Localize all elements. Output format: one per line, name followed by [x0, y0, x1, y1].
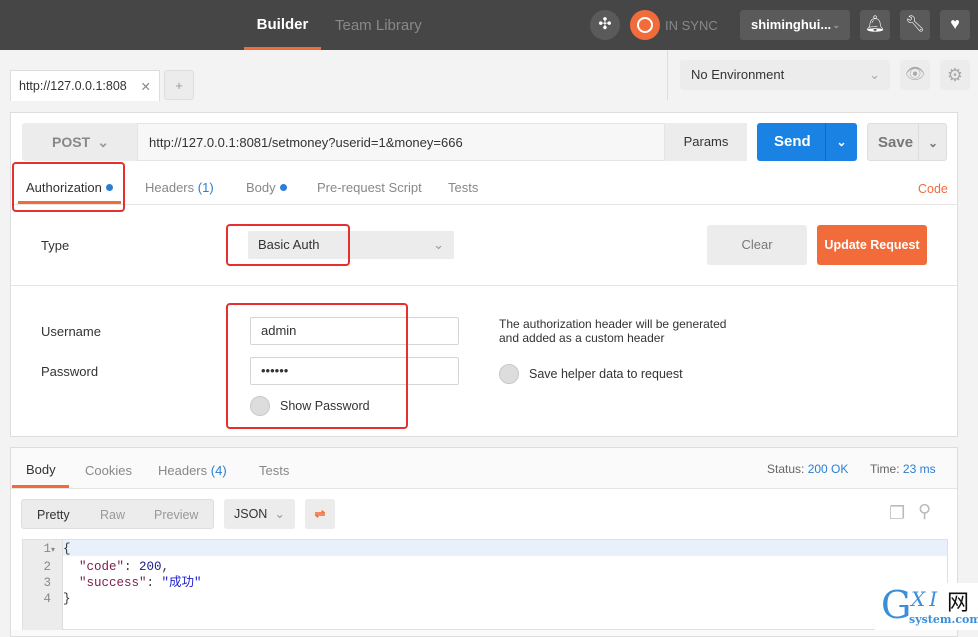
chevron-down-icon: ⌄: [274, 507, 285, 521]
search-icon[interactable]: ⚲: [918, 501, 931, 522]
wrap-lines-icon[interactable]: ⇌: [305, 499, 335, 529]
request-tab-label: http://127.0.0.1:808: [19, 79, 127, 93]
url-input[interactable]: http://127.0.0.1:8081/setmoney?userid=1&…: [137, 123, 665, 161]
annotation-box: [226, 303, 408, 429]
code-line: 3 "success": "成功": [23, 575, 949, 591]
chevron-down-icon: ⌄: [869, 67, 880, 82]
chevron-down-icon: ⌄: [832, 20, 840, 30]
tab-builder[interactable]: Builder: [244, 0, 321, 50]
status-label: Status:: [767, 462, 805, 476]
json-key: "code": [79, 560, 125, 574]
view-pretty[interactable]: Pretty: [37, 508, 70, 522]
divider: [10, 204, 958, 205]
gear-icon[interactable]: ⚙: [940, 60, 970, 90]
save-helper-checkbox[interactable]: [499, 364, 519, 384]
chevron-down-icon: ⌄: [97, 134, 109, 150]
time-value: 23 ms: [902, 462, 936, 476]
tab-label: Headers: [145, 180, 195, 195]
divider: [10, 285, 958, 286]
copy-icon[interactable]: ❐: [889, 503, 905, 524]
format-value: JSON: [234, 507, 268, 521]
format-select[interactable]: JSON ⌄: [224, 499, 295, 529]
type-label: Type: [41, 238, 70, 253]
time-label: Time:: [870, 462, 900, 476]
username: shiminghui...: [751, 17, 832, 32]
heart-icon[interactable]: ♥: [940, 10, 970, 40]
eye-icon[interactable]: 👁︎: [900, 60, 930, 90]
code-line: 1▾{: [23, 541, 949, 559]
view-raw[interactable]: Raw: [100, 508, 125, 522]
clear-button[interactable]: Clear: [707, 225, 807, 265]
send-label: Send: [774, 133, 811, 150]
tab-team-library[interactable]: Team Library: [335, 0, 422, 50]
status-value: 200 OK: [807, 462, 849, 476]
chevron-down-icon[interactable]: ⌄: [825, 123, 857, 161]
auth-info-text: The authorization header will be generat…: [499, 317, 727, 345]
code-line: 2 "code": 200,: [23, 559, 949, 575]
tab-label: Body: [246, 180, 276, 195]
dot-icon: [279, 184, 287, 191]
bell-icon[interactable]: 🔔︎: [860, 10, 890, 40]
headers-count: (4): [210, 463, 227, 478]
sync-status: IN SYNC: [665, 18, 718, 33]
tab-headers[interactable]: Headers (1): [145, 180, 214, 195]
response-tab-tests[interactable]: Tests: [259, 463, 289, 478]
method-value: POST: [52, 134, 91, 150]
save-button[interactable]: Save ⌄: [867, 123, 947, 161]
tab-tests[interactable]: Tests: [448, 180, 478, 195]
response-tab-headers[interactable]: Headers (4): [158, 463, 227, 478]
username-label: Username: [41, 324, 101, 339]
tab-prerequest-script[interactable]: Pre-request Script: [317, 180, 422, 195]
user-menu[interactable]: shiminghui... ⌄: [740, 10, 850, 40]
add-tab-button[interactable]: +: [164, 70, 194, 100]
json-key: "success": [79, 576, 147, 590]
response-tab-body[interactable]: Body: [12, 462, 69, 488]
annotation-box: [226, 224, 350, 266]
tab-body[interactable]: Body: [246, 180, 287, 195]
tab-label: Headers: [158, 463, 208, 478]
json-string: "成功": [161, 576, 202, 590]
punct: ,: [161, 560, 170, 574]
response-tab-cookies[interactable]: Cookies: [85, 463, 132, 478]
send-button[interactable]: Send ⌄: [757, 123, 857, 161]
environment-select[interactable]: No Environment ⌄: [680, 60, 890, 90]
code-link[interactable]: Code: [918, 182, 948, 196]
sync-icon[interactable]: [630, 10, 660, 40]
request-tab[interactable]: http://127.0.0.1:808 ✕: [10, 70, 160, 101]
line-number: 2: [43, 560, 51, 574]
params-button[interactable]: Params: [665, 123, 747, 161]
interceptor-icon[interactable]: ✣: [590, 10, 620, 40]
time: Time: 23 ms: [870, 462, 936, 476]
code-line: 4}: [23, 591, 949, 607]
code-lines: 1▾{ 2 "code": 200, 3 "success": "成功" 4}: [23, 541, 949, 607]
scrollbar[interactable]: [968, 100, 978, 630]
chevron-down-icon[interactable]: ⌄: [918, 124, 947, 160]
view-preview[interactable]: Preview: [154, 508, 198, 522]
password-label: Password: [41, 364, 99, 379]
headers-count: (1): [197, 180, 214, 195]
method-select[interactable]: POST ⌄: [22, 123, 137, 161]
annotation-box: [12, 162, 125, 212]
json-number: 200: [139, 560, 162, 574]
code-text: {: [63, 542, 71, 556]
line-number: 4: [43, 592, 51, 606]
save-label: Save: [878, 134, 914, 151]
line-number: 3: [43, 576, 51, 590]
watermark-logo: G XI 网 system.com: [875, 583, 978, 630]
wrench-icon[interactable]: 🔧︎: [900, 10, 930, 40]
environment-value: No Environment: [691, 67, 785, 82]
update-request-button[interactable]: Update Request: [817, 225, 927, 265]
code-text: }: [63, 592, 71, 606]
save-helper-label: Save helper data to request: [529, 367, 683, 381]
chevron-down-icon: ⌄: [433, 237, 444, 252]
line-number: 1: [43, 542, 51, 556]
close-icon[interactable]: ✕: [141, 79, 151, 94]
status: Status: 200 OK: [767, 462, 848, 476]
